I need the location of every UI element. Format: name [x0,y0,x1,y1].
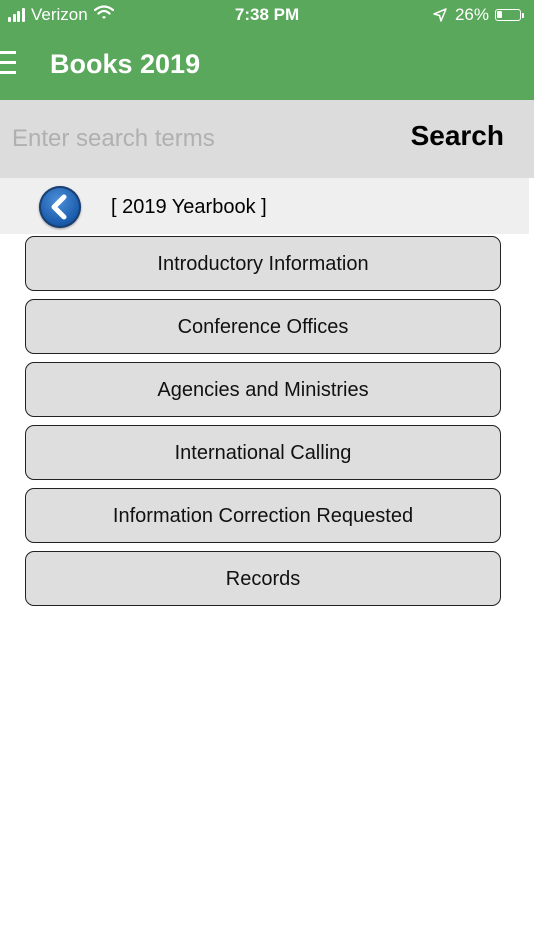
page-title: Books 2019 [50,49,201,79]
search-button[interactable]: Search [411,120,504,152]
menu-item-information-correction-requested[interactable]: Information Correction Requested [25,488,501,543]
battery-fill [497,11,502,18]
status-right: 26% [433,5,524,25]
search-input[interactable] [10,118,394,160]
status-bar: Verizon 7:38 PM 26% [0,0,534,30]
battery-icon [495,9,521,21]
breadcrumb-label: [ 2019 Yearbook ] [111,196,267,218]
location-icon [433,8,447,22]
hamburger-menu-icon[interactable] [0,50,16,76]
search-bar: Search [0,100,534,178]
breadcrumb: [ 2019 Yearbook ] [0,178,529,234]
menu-item-conference-offices[interactable]: Conference Offices [25,299,501,354]
back-button[interactable] [39,186,81,228]
menu-list: Introductory Information Conference Offi… [25,236,501,614]
menu-item-international-calling[interactable]: International Calling [25,425,501,480]
menu-item-records[interactable]: Records [25,551,501,606]
chevron-left-icon [51,194,67,220]
battery-tip [522,12,524,18]
menu-item-introductory-information[interactable]: Introductory Information [25,236,501,291]
app-header: Books 2019 [0,30,534,100]
menu-item-agencies-and-ministries[interactable]: Agencies and Ministries [25,362,501,417]
battery-percent: 26% [454,5,489,24]
